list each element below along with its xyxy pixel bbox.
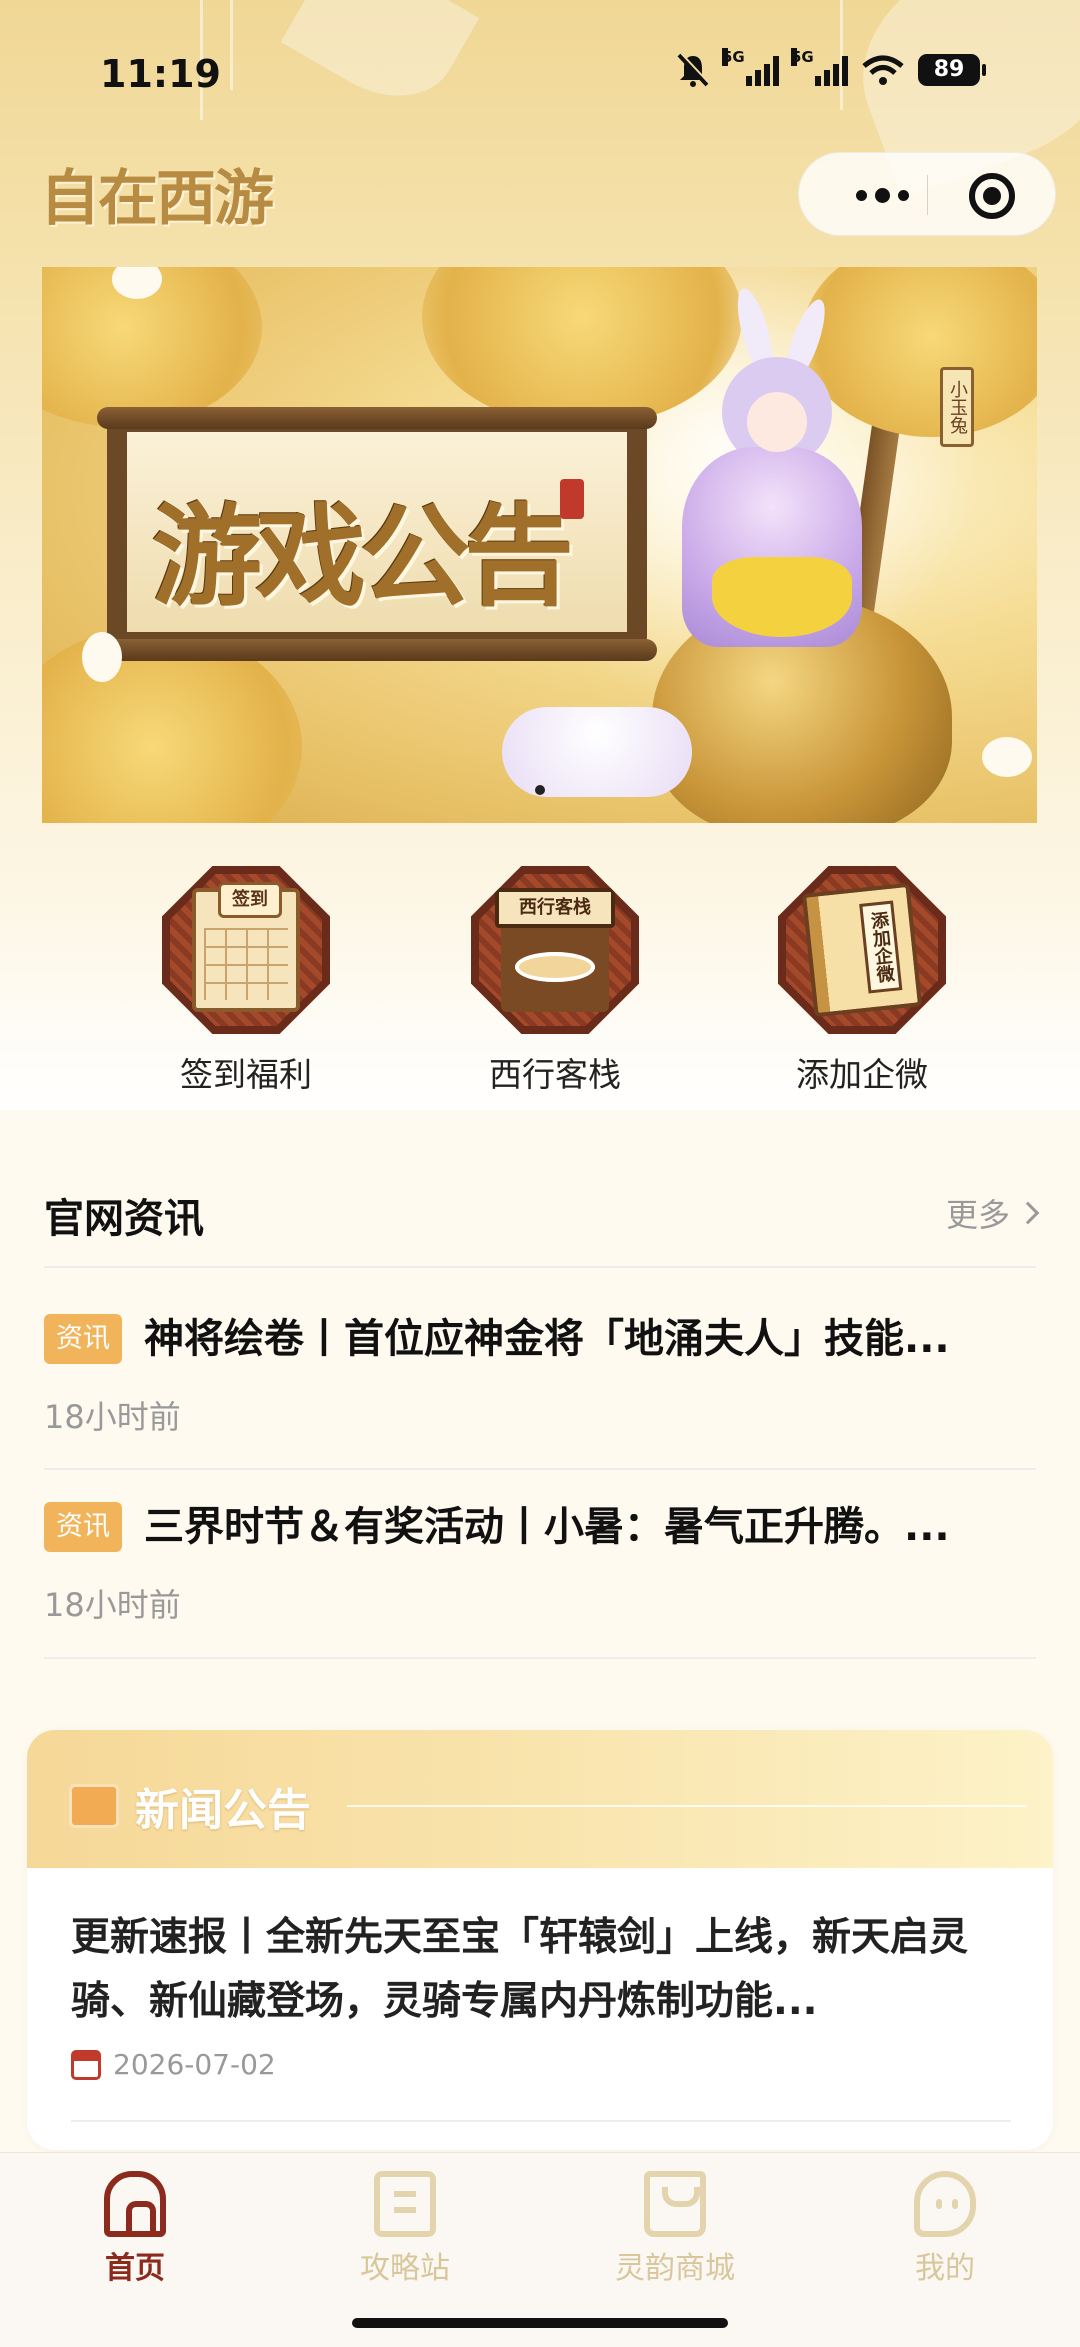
- wifi-icon: [862, 55, 904, 85]
- home-indicator[interactable]: [352, 2318, 728, 2328]
- signal-icon: 5G: [791, 48, 848, 86]
- tab-label: 攻略站: [360, 2251, 450, 2286]
- tab-shop[interactable]: 灵韵商城: [575, 2171, 775, 2287]
- news-tag: 资讯: [44, 1314, 122, 1364]
- news-title: 神将绘卷丨首位应神金将「地涌夫人」技能...: [144, 1316, 950, 1362]
- quick-entry-label: 添加企微: [796, 1055, 928, 1094]
- shop-icon: [644, 2171, 706, 2237]
- notice-title[interactable]: 更新速报丨全新先天至宝「轩辕剑」上线，新天启灵骑、新仙藏登场，灵骑专属内丹炼制功…: [71, 1906, 1011, 2034]
- seal-stamp: [560, 479, 584, 519]
- app-logo: 自在西游: [40, 164, 274, 234]
- mini-program-capsule: [798, 152, 1056, 236]
- news-notice-card: 新闻公告 更新速报丨全新先天至宝「轩辕剑」上线，新天启灵骑、新仙藏登场，灵骑专属…: [27, 1730, 1053, 2150]
- tab-guide[interactable]: 攻略站: [305, 2171, 505, 2287]
- mute-icon: [677, 52, 710, 87]
- profile-icon: [914, 2171, 976, 2237]
- quick-entry-checkin[interactable]: 签到 签到福利: [156, 866, 336, 1106]
- calendar-icon: 签到: [162, 866, 330, 1034]
- divider: [44, 1657, 1036, 1659]
- status-bar: 11:19 5G 5G 89: [0, 40, 1080, 110]
- capsule-divider: [927, 175, 928, 215]
- signal-icon: 5G: [722, 48, 779, 86]
- divider: [71, 2120, 1011, 2122]
- tab-label: 首页: [105, 2251, 165, 2286]
- divider: [44, 1468, 1036, 1470]
- status-icons: 5G 5G 89: [676, 48, 986, 88]
- home-icon: [104, 2171, 166, 2237]
- divider: [44, 1266, 1036, 1268]
- tab-label: 灵韵商城: [615, 2251, 735, 2286]
- news-section-title: 官网资讯: [44, 1196, 204, 1242]
- quick-entry-wecom[interactable]: 添加企微 添加企微: [772, 866, 952, 1106]
- news-item[interactable]: 资讯 三界时节＆有奖活动丨小暑：暑气正升腾。... 18小时前: [44, 1502, 1036, 1624]
- close-mini-program-icon[interactable]: [969, 173, 1015, 219]
- inn-icon: 西行客栈: [471, 866, 639, 1034]
- tab-label: 我的: [915, 2251, 975, 2286]
- news-title: 三界时节＆有奖活动丨小暑：暑气正升腾。...: [144, 1504, 950, 1550]
- quick-entry-label: 签到福利: [180, 1055, 312, 1094]
- guide-icon: [374, 2171, 436, 2237]
- news-time: 18小时前: [44, 1586, 181, 1624]
- tab-home[interactable]: 首页: [35, 2171, 235, 2287]
- news-tag: 资讯: [44, 1502, 122, 1552]
- quick-entry-label: 西行客栈: [489, 1055, 621, 1094]
- card-title: 新闻公告: [135, 1785, 311, 1836]
- notice-date: 2026-07-02: [113, 2048, 276, 2081]
- announcement-banner[interactable]: 游戏公告 小玉兔: [42, 267, 1037, 823]
- status-time: 11:19: [100, 52, 221, 96]
- notice-icon: [69, 1784, 119, 1828]
- banner-title: 游戏公告: [152, 492, 574, 621]
- calendar-icon: [71, 2049, 101, 2080]
- more-label: 更多: [945, 1196, 1010, 1234]
- news-time: 18小时前: [44, 1398, 181, 1436]
- more-menu-icon[interactable]: [837, 177, 927, 213]
- battery-icon: 89: [918, 54, 986, 86]
- card-header: 新闻公告: [27, 1730, 1053, 1868]
- more-news-link[interactable]: 更多: [945, 1190, 1040, 1236]
- book-icon: 添加企微: [778, 866, 946, 1034]
- chevron-right-icon: [1016, 1201, 1040, 1225]
- notice-date-row: 2026-07-02: [71, 2048, 276, 2081]
- carousel-indicator[interactable]: [535, 785, 545, 795]
- header-line: [347, 1805, 1027, 1807]
- quick-entry-inn[interactable]: 西行客栈 西行客栈: [465, 866, 645, 1106]
- news-item[interactable]: 资讯 神将绘卷丨首位应神金将「地涌夫人」技能... 18小时前: [44, 1314, 1036, 1436]
- character-name-tag: 小玉兔: [940, 367, 974, 447]
- tab-profile[interactable]: 我的: [845, 2171, 1045, 2287]
